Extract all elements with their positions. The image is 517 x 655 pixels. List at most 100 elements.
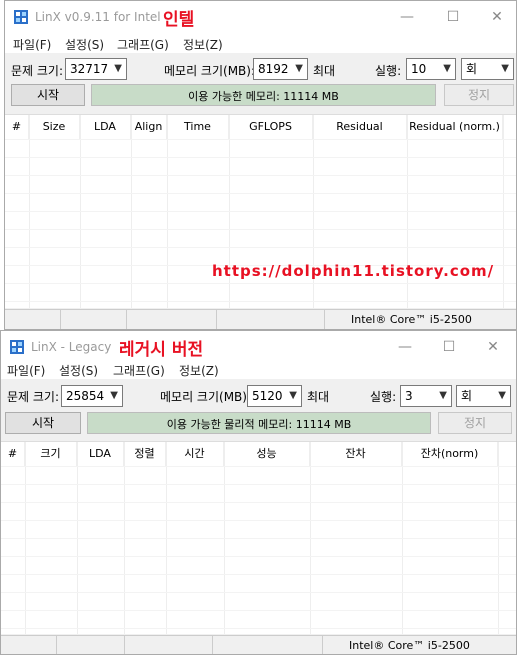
linx-legacy-window: LinX - Legacy 레거시 버전 — ☐ ✕ 파일(F) 설정(S) 그… — [0, 330, 517, 655]
problem-size-value: 32717 — [70, 62, 109, 76]
results-table: # 크기 LDA 정렬 시간 성능 잔차 잔차(norm) — [1, 441, 516, 634]
col-header-gflops[interactable]: GFLOPS — [229, 115, 313, 139]
run-unit-value: 회 — [461, 389, 473, 403]
stop-button[interactable]: 정지 — [438, 412, 512, 434]
linx-app-icon — [10, 340, 24, 354]
col-header-lda[interactable]: LDA — [77, 442, 124, 466]
menu-settings[interactable]: 설정(S) — [65, 36, 104, 53]
problem-size-label: 문제 크기: — [11, 64, 64, 78]
cpu-name: Intel® Core™ i5-2500 — [349, 639, 470, 652]
run-count-value: 3 — [405, 389, 413, 403]
blog-url-watermark: https://dolphin11.tistory.com/ — [212, 262, 495, 280]
col-header-lda[interactable]: LDA — [80, 115, 131, 139]
col-header-size[interactable]: 크기 — [25, 442, 77, 466]
col-header-performance[interactable]: 성능 — [224, 442, 310, 466]
memory-size-select[interactable]: 5120 ▼ — [247, 385, 302, 407]
table-row-line — [5, 139, 516, 140]
window-title: LinX - Legacy — [31, 340, 112, 354]
col-header-index[interactable]: # — [1, 442, 25, 466]
run-count-label: 실행: — [375, 64, 402, 78]
table-row-line — [5, 301, 516, 302]
chevron-down-icon: ▼ — [110, 390, 118, 401]
table-row-line — [5, 283, 516, 284]
menu-bar: 파일(F) 설정(S) 그래프(G) 정보(Z) — [5, 33, 516, 53]
status-cell — [57, 636, 125, 654]
table-row-line — [1, 538, 516, 539]
col-header-residual-norm[interactable]: Residual (norm.) — [407, 115, 503, 139]
close-icon[interactable]: ✕ — [481, 337, 505, 357]
maximize-icon[interactable]: ☐ — [437, 337, 461, 357]
run-unit-value: 회 — [466, 62, 478, 76]
table-row-line — [1, 520, 516, 521]
chevron-down-icon: ▼ — [114, 63, 122, 74]
intel-badge-label: 인텔 — [163, 10, 195, 30]
chevron-down-icon: ▼ — [289, 390, 297, 401]
stop-button[interactable]: 정지 — [444, 84, 514, 106]
memory-size-value: 8192 — [258, 62, 289, 76]
chevron-down-icon: ▼ — [443, 63, 451, 74]
col-header-residual[interactable]: 잔차 — [310, 442, 402, 466]
window-title: LinX v0.9.11 for Intel — [35, 10, 161, 24]
menu-info[interactable]: 정보(Z) — [179, 362, 219, 379]
run-count-value: 10 — [411, 62, 427, 76]
col-header-time[interactable]: 시간 — [166, 442, 224, 466]
run-count-select[interactable]: 10 ▼ — [406, 58, 456, 80]
table-row-line — [1, 484, 516, 485]
start-button[interactable]: 시작 — [11, 84, 85, 106]
memory-max-label[interactable]: 최대 — [307, 388, 329, 405]
table-row-line — [5, 229, 516, 230]
maximize-icon[interactable]: ☐ — [441, 7, 465, 27]
col-header-align[interactable]: 정렬 — [124, 442, 166, 466]
menu-file[interactable]: 파일(F) — [13, 36, 51, 53]
table-row-line — [1, 556, 516, 557]
run-count-label: 실행: — [370, 390, 397, 404]
menu-settings[interactable]: 설정(S) — [59, 362, 98, 379]
col-header-size[interactable]: Size — [29, 115, 80, 139]
table-row-line — [1, 502, 516, 503]
minimize-icon[interactable]: — — [393, 337, 417, 357]
memory-size-value: 5120 — [252, 389, 283, 403]
progress-text: 이용 가능한 물리적 메모리: 11114 MB — [166, 418, 352, 431]
problem-size-value: 25854 — [66, 389, 105, 403]
problem-size-label: 문제 크기: — [7, 390, 60, 404]
status-cell — [125, 636, 213, 654]
memory-max-label[interactable]: 최대 — [313, 62, 335, 79]
screenshot-stage: LinX v0.9.11 for Intel 인텔 — ☐ ✕ 파일(F) 설정… — [0, 0, 517, 655]
menu-file[interactable]: 파일(F) — [7, 362, 45, 379]
menu-graph[interactable]: 그래프(G) — [117, 36, 169, 53]
problem-size-select[interactable]: 32717 ▼ — [65, 58, 127, 80]
close-icon[interactable]: ✕ — [485, 7, 509, 27]
status-bar: Intel® Core™ i5-2500 — [1, 635, 516, 654]
linx-intel-window: LinX v0.9.11 for Intel 인텔 — ☐ ✕ 파일(F) 설정… — [4, 0, 517, 330]
table-row-line — [5, 157, 516, 158]
menu-graph[interactable]: 그래프(G) — [113, 362, 165, 379]
linx-app-icon — [14, 10, 28, 24]
col-header-residual[interactable]: Residual — [313, 115, 407, 139]
memory-size-label: 메모리 크기(MB): — [160, 390, 252, 404]
col-header-time[interactable]: Time — [167, 115, 229, 139]
memory-progress-bar: 이용 가능한 메모리: 11114 MB — [91, 84, 436, 106]
col-header-align[interactable]: Align — [131, 115, 167, 139]
run-unit-select[interactable]: 회 ▼ — [461, 58, 514, 80]
col-header-index[interactable]: # — [5, 115, 29, 139]
run-count-select[interactable]: 3 ▼ — [400, 385, 452, 407]
memory-size-label: 메모리 크기(MB): — [164, 64, 256, 78]
chevron-down-icon: ▼ — [498, 390, 506, 401]
start-button[interactable]: 시작 — [5, 412, 81, 434]
run-unit-select[interactable]: 회 ▼ — [456, 385, 511, 407]
table-row-line — [1, 574, 516, 575]
status-bar: Intel® Core™ i5-2500 — [5, 309, 516, 329]
chevron-down-icon: ▼ — [295, 63, 303, 74]
memory-size-select[interactable]: 8192 ▼ — [253, 58, 308, 80]
table-row-line — [5, 211, 516, 212]
table-row-line — [1, 610, 516, 611]
minimize-icon[interactable]: — — [395, 7, 419, 27]
status-cell — [5, 310, 61, 329]
menu-info[interactable]: 정보(Z) — [183, 36, 223, 53]
col-header-residual-norm[interactable]: 잔차(norm) — [402, 442, 498, 466]
cpu-name: Intel® Core™ i5-2500 — [351, 313, 472, 326]
menu-bar: 파일(F) 설정(S) 그래프(G) 정보(Z) — [1, 359, 516, 379]
problem-size-select[interactable]: 25854 ▼ — [61, 385, 123, 407]
title-bar: LinX v0.9.11 for Intel 인텔 — ☐ ✕ — [5, 1, 516, 33]
legacy-badge-label: 레거시 버전 — [119, 340, 204, 360]
